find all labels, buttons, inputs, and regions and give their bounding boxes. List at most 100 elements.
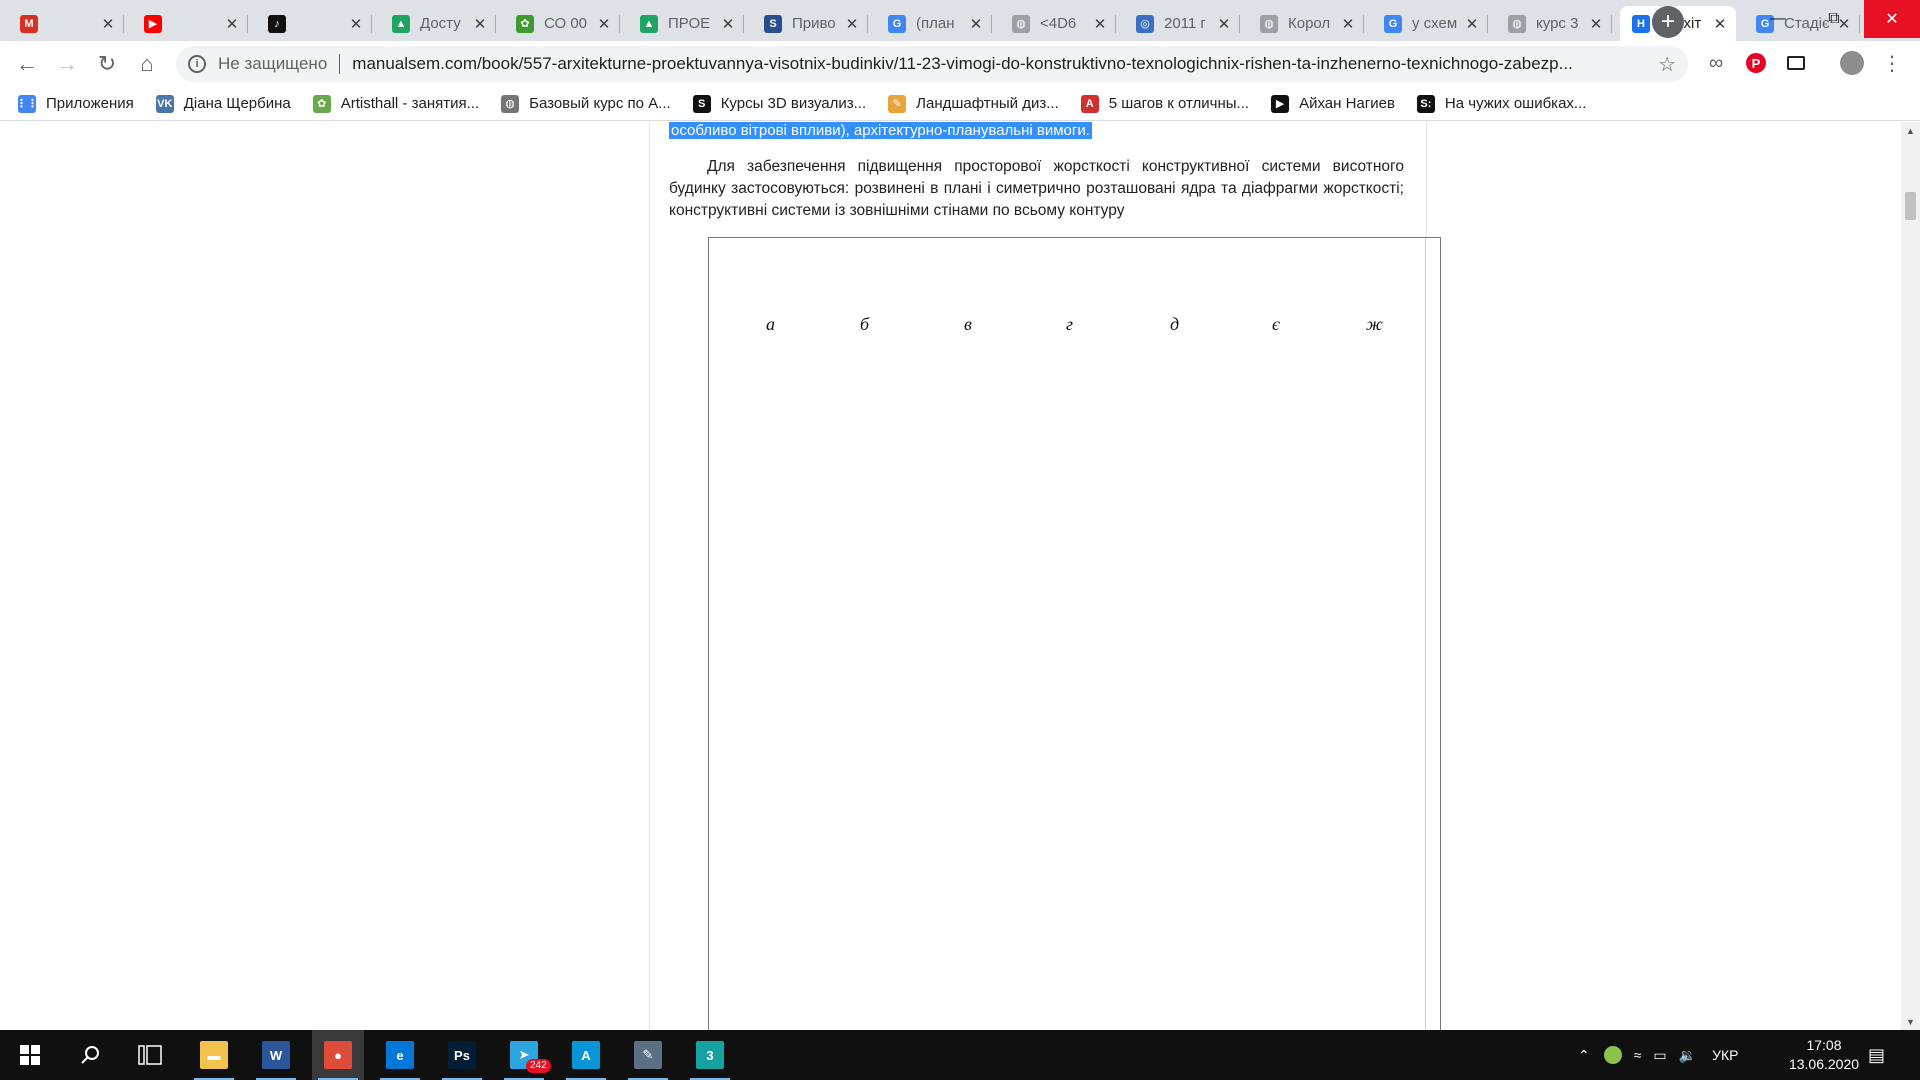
restore-button[interactable]: ⧉ — [1806, 0, 1862, 38]
bookmark-item[interactable]: ✎ Ландшафтный диз... — [888, 94, 1059, 113]
bookmark-item[interactable]: ⋮⋮ Приложения — [16, 94, 134, 113]
minimize-button[interactable]: — — [1750, 0, 1806, 38]
s-icon: S — [764, 14, 782, 33]
globe-icon: ◍ — [1012, 14, 1030, 33]
infinity-extension-icon[interactable]: ∞ — [1704, 51, 1728, 75]
figure-label: б — [860, 314, 870, 334]
close-tab-icon[interactable]: ✕ — [1216, 15, 1232, 33]
taskbar-3ds-max[interactable]: 3 — [684, 1030, 736, 1080]
tab-12[interactable]: ◍ курс 3 ✕ — [1496, 6, 1612, 41]
s-logo-icon: S — [692, 94, 711, 113]
body-paragraph: Для забезпечення підвищення просторової … — [669, 158, 1404, 219]
bookmark-item[interactable]: ✿ Artisthall - занятия... — [312, 94, 479, 113]
language-indicator[interactable]: УКР — [1712, 1047, 1738, 1063]
home-icon[interactable]: ⌂ — [132, 49, 162, 79]
bookmark-item[interactable]: S Курсы 3D визуализ... — [692, 94, 866, 113]
gmail-icon: M — [20, 14, 38, 33]
clock[interactable]: 17:08 13.06.2020 — [1764, 1036, 1884, 1074]
site-icon: ✿ — [516, 14, 534, 33]
close-tab-icon[interactable]: ✕ — [844, 15, 860, 33]
scroll-up-arrow-icon[interactable]: ▲ — [1901, 122, 1920, 139]
scroll-down-arrow-icon[interactable]: ▼ — [1901, 1013, 1920, 1030]
chevron-up-icon[interactable]: ⌃ — [1578, 1047, 1590, 1064]
tab-8[interactable]: ◍ <4D6 ✕ — [1000, 6, 1116, 41]
bookmark-item[interactable]: ◍ Базовый курс по А... — [501, 94, 671, 113]
new-tab-button[interactable]: + — [1652, 6, 1684, 38]
page-content: особливо вітрові впливи), архітектурно-п… — [0, 122, 1901, 1030]
taskbar-sketch-tool[interactable]: ✎ — [622, 1030, 674, 1080]
taskbar-word[interactable]: W — [250, 1030, 302, 1080]
close-tab-icon[interactable]: ✕ — [596, 15, 612, 33]
scrollbar-thumb[interactable] — [1905, 192, 1916, 220]
browser-toolbar: ← → ↻ ⌂ i Не защищено manualsem.com/book… — [0, 41, 1920, 87]
close-tab-icon[interactable]: ✕ — [1340, 15, 1356, 33]
tab-11[interactable]: Gу схем ✕ — [1372, 6, 1488, 41]
reload-icon[interactable]: ↻ — [92, 49, 122, 79]
security-status[interactable]: Не защищено — [218, 54, 327, 74]
taskbar-telegram[interactable]: ➤ 242 — [498, 1030, 551, 1080]
menu-dots-icon[interactable]: ⋮ — [1880, 51, 1904, 75]
taskbar-chrome[interactable]: ● — [312, 1030, 364, 1080]
tab-2[interactable]: ♪ ✕ — [256, 6, 372, 41]
selected-text[interactable]: особливо вітрові впливи), архітектурно-п… — [669, 122, 1092, 139]
google-icon: G — [1384, 14, 1402, 33]
close-tab-icon[interactable]: ✕ — [100, 15, 116, 33]
bookmark-item[interactable]: ▶ Айхан Нагиев — [1271, 94, 1395, 113]
tray-app-icon[interactable] — [1603, 1046, 1622, 1064]
forward-arrow-icon[interactable]: → — [52, 49, 82, 79]
figure-label: в — [964, 314, 972, 334]
volume-icon[interactable]: 🔉 — [1679, 1047, 1696, 1064]
address-bar[interactable]: i Не защищено manualsem.com/book/557-arx… — [176, 46, 1688, 82]
photoshop-icon: Ps — [448, 1041, 476, 1069]
close-tab-icon[interactable]: ✕ — [224, 15, 240, 33]
file-explorer-icon: ▬ — [200, 1041, 228, 1069]
tab-title: курс 3 — [1536, 15, 1579, 32]
taskbar-photoshop[interactable]: Ps — [436, 1030, 488, 1080]
close-tab-icon[interactable]: ✕ — [1712, 15, 1728, 33]
bookmark-item[interactable]: A 5 шагов к отличны... — [1080, 94, 1249, 113]
tab-3[interactable]: ▲ Досту ✕ — [380, 6, 496, 41]
tab-9[interactable]: ◎ 2011 г ✕ — [1124, 6, 1240, 41]
bookmark-item[interactable]: VK Діана Щербина — [155, 94, 291, 113]
tab-0[interactable]: M ✕ — [8, 6, 124, 41]
tab-1[interactable]: ▶ ✕ — [132, 6, 248, 41]
close-tab-icon[interactable]: ✕ — [348, 15, 364, 33]
close-window-button[interactable]: ✕ — [1864, 0, 1920, 38]
back-arrow-icon[interactable]: ← — [12, 49, 42, 79]
close-tab-icon[interactable]: ✕ — [968, 15, 984, 33]
tab-separator — [743, 15, 744, 33]
tab-separator — [867, 15, 868, 33]
taskbar-file-explorer[interactable]: ▬ — [188, 1030, 240, 1080]
tab-separator — [1115, 15, 1116, 33]
taskbar-autodesk[interactable]: A — [560, 1030, 612, 1080]
close-tab-icon[interactable]: ✕ — [720, 15, 736, 33]
url-text[interactable]: manualsem.com/book/557-arxitekturne-proe… — [352, 54, 1632, 74]
battery-icon[interactable]: ▭ — [1653, 1047, 1666, 1064]
tab-6[interactable]: S Приво ✕ — [752, 6, 868, 41]
tab-7[interactable]: G (план ✕ — [876, 6, 992, 41]
close-tab-icon[interactable]: ✕ — [1092, 15, 1108, 33]
bookmark-star-icon[interactable]: ☆ — [1658, 52, 1676, 77]
bookmark-item[interactable]: S: На чужих ошибках... — [1416, 94, 1586, 113]
task-view-button[interactable] — [124, 1030, 176, 1080]
leaf-icon: ✿ — [312, 94, 331, 113]
tab-10[interactable]: ◍ Корол ✕ — [1248, 6, 1364, 41]
taskbar-edge[interactable]: e — [374, 1030, 426, 1080]
wifi-icon[interactable]: ≈ — [1634, 1047, 1642, 1063]
tab-4[interactable]: ✿ СО 00 ✕ — [504, 6, 620, 41]
start-button[interactable] — [4, 1030, 56, 1080]
close-tab-icon[interactable]: ✕ — [1464, 15, 1480, 33]
pinterest-icon[interactable]: P — [1744, 51, 1768, 75]
figure-frame — [708, 237, 1441, 1030]
profile-avatar[interactable] — [1840, 51, 1864, 75]
close-tab-icon[interactable]: ✕ — [472, 15, 488, 33]
search-button[interactable] — [64, 1030, 116, 1080]
media-extension-icon[interactable] — [1784, 51, 1808, 75]
info-icon[interactable]: i — [188, 55, 206, 73]
close-tab-icon[interactable]: ✕ — [1588, 15, 1604, 33]
s-colon-icon: S: — [1416, 94, 1435, 113]
tab-5[interactable]: ▲ ПРОЕ ✕ — [628, 6, 744, 41]
globe-icon: ◍ — [1260, 14, 1278, 33]
page-scrollbar[interactable]: ▲ ▼ — [1901, 122, 1920, 1030]
notifications-button[interactable]: ▤ — [1868, 1030, 1885, 1080]
